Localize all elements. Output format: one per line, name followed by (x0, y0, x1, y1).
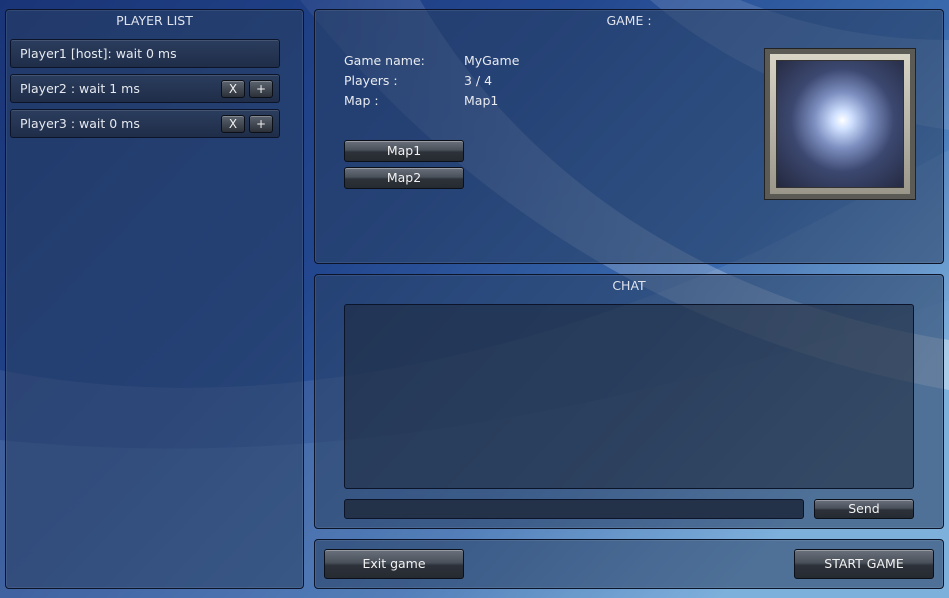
player-row-1[interactable]: Player1 [host]: wait 0 ms (10, 39, 280, 68)
send-button[interactable]: Send (814, 499, 914, 519)
map-preview-image (764, 48, 916, 200)
map-label: Map : (344, 93, 379, 108)
game-panel: GAME : Game name: MyGame Players : 3 / 4… (314, 9, 944, 264)
player-list-title: PLAYER LIST (116, 13, 193, 28)
map2-button[interactable]: Map2 (344, 167, 464, 189)
chat-message-input[interactable] (344, 499, 804, 519)
player-label: Player2 : wait 1 ms (20, 81, 140, 96)
player-row-3[interactable]: Player3 : wait 0 ms X + (10, 109, 280, 138)
map1-button[interactable]: Map1 (344, 140, 464, 162)
players-count-value: 3 / 4 (464, 73, 493, 88)
game-title: GAME : (606, 13, 652, 28)
footer-panel: Exit game START GAME (314, 539, 944, 589)
kick-player-button[interactable]: X (221, 115, 245, 133)
map-preview-glow (776, 60, 904, 188)
kick-player-button[interactable]: X (221, 80, 245, 98)
game-name-value: MyGame (464, 53, 520, 68)
game-name-label: Game name: (344, 53, 425, 68)
player-row-2[interactable]: Player2 : wait 1 ms X + (10, 74, 280, 103)
player-label: Player3 : wait 0 ms (20, 116, 140, 131)
exit-game-button[interactable]: Exit game (324, 549, 464, 579)
player-label: Player1 [host]: wait 0 ms (20, 46, 177, 61)
players-count-label: Players : (344, 73, 398, 88)
chat-panel: CHAT Send (314, 274, 944, 529)
map-value: Map1 (464, 93, 499, 108)
player-list-panel: PLAYER LIST Player1 [host]: wait 0 ms Pl… (5, 9, 304, 589)
start-game-button[interactable]: START GAME (794, 549, 934, 579)
add-player-button[interactable]: + (249, 80, 273, 98)
add-player-button[interactable]: + (249, 115, 273, 133)
chat-log[interactable] (344, 304, 914, 489)
chat-title: CHAT (612, 278, 646, 293)
